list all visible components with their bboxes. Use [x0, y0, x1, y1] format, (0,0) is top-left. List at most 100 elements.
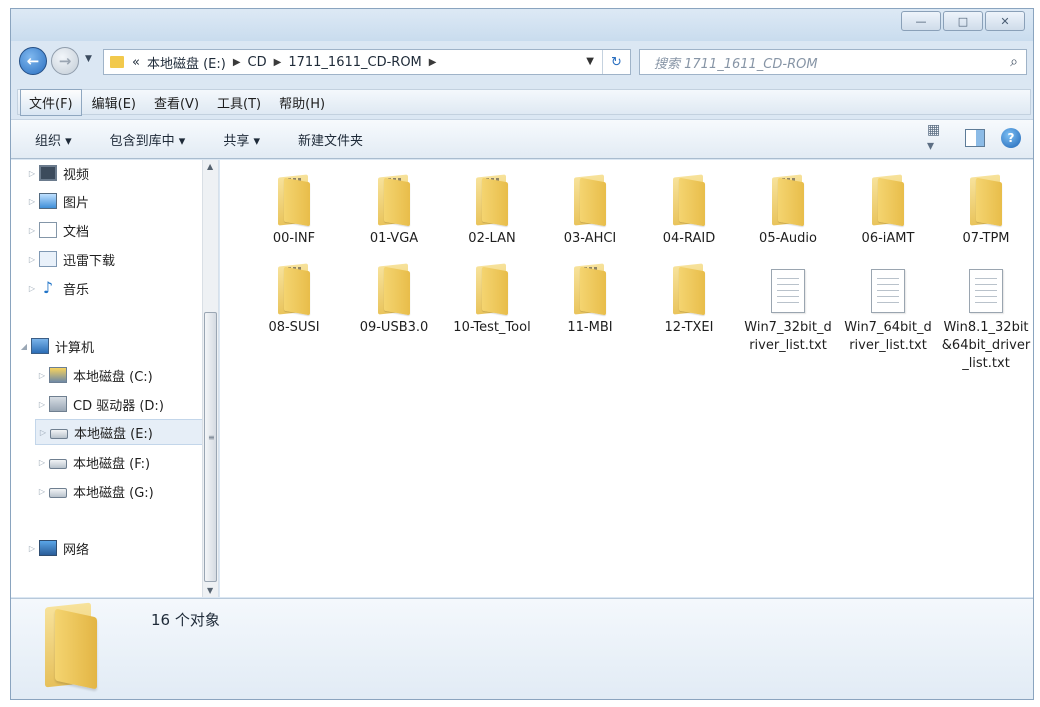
- sidebar-item-thunder-downloads[interactable]: ▷ 迅雷下载: [25, 246, 213, 272]
- help-icon[interactable]: ?: [1001, 128, 1021, 148]
- file-name-label: 08-SUSI: [268, 320, 320, 335]
- folder-item-00-inf[interactable]: 00-INF: [248, 174, 340, 248]
- menu-tools[interactable]: 工具(T): [209, 90, 269, 115]
- breadcrumb-separator-icon[interactable]: ▶: [429, 57, 437, 68]
- expand-arrow-icon[interactable]: ▷: [36, 428, 50, 437]
- drive-icon: [50, 429, 68, 439]
- expand-arrow-icon[interactable]: ▷: [35, 487, 49, 496]
- sidebar-item-label: 计算机: [55, 340, 95, 356]
- folder-item-10-test-tool[interactable]: 10-Test_Tool: [446, 263, 538, 337]
- folder-item-01-vga[interactable]: 01-VGA: [348, 174, 440, 248]
- folder-item-08-susi[interactable]: 08-SUSI: [248, 263, 340, 337]
- sidebar-item-videos[interactable]: ▷ 视频: [25, 160, 213, 186]
- sidebar-item-documents[interactable]: ▷ 文档: [25, 217, 213, 243]
- sidebar-item-drive-g[interactable]: ▷ 本地磁盘 (G:): [35, 478, 223, 504]
- folder-item-12-txei[interactable]: 12-TXEI: [643, 263, 735, 337]
- expand-arrow-icon[interactable]: ▷: [35, 400, 49, 409]
- grip-icon: ≡: [208, 433, 215, 442]
- window-controls: — □ ✕: [901, 11, 1025, 31]
- scrollbar-thumb[interactable]: ≡: [204, 312, 217, 582]
- sidebar-item-label: CD 驱动器 (D:): [73, 398, 164, 414]
- sidebar-item-label: 音乐: [63, 282, 90, 298]
- folder-item-11-mbi[interactable]: 11-MBI: [544, 263, 636, 337]
- view-controls: ▦ ▾ ?: [927, 122, 1021, 154]
- folder-item-02-lan[interactable]: 02-LAN: [446, 174, 538, 248]
- file-item-win7-64bit-driver-list-txt[interactable]: Win7_64bit_driver_list.txt: [842, 265, 934, 355]
- sidebar-item-network[interactable]: ▷ 网络: [25, 535, 213, 561]
- address-bar[interactable]: « 本地磁盘 (E:) ▶ CD ▶ 1711_1611_CD-ROM ▶ ▼ …: [103, 49, 631, 75]
- computer-icon: [31, 338, 49, 354]
- minimize-button[interactable]: —: [901, 11, 941, 31]
- forward-button[interactable]: →: [51, 47, 79, 75]
- folder-item-03-ahci[interactable]: 03-AHCI: [544, 174, 636, 248]
- folder-item-07-tpm[interactable]: 07-TPM: [940, 174, 1032, 248]
- folder-large-icon: [41, 602, 105, 690]
- sidebar-item-cd-drive-d[interactable]: ▷ CD 驱动器 (D:): [35, 391, 223, 417]
- expand-arrow-icon[interactable]: ▷: [35, 371, 49, 380]
- recent-pages-dropdown[interactable]: ▼: [85, 54, 92, 64]
- file-name-label: 12-TXEI: [664, 320, 714, 335]
- search-input[interactable]: 搜索 1711_1611_CD-ROM ⌕: [639, 49, 1027, 75]
- breadcrumb-cd-rom[interactable]: 1711_1611_CD-ROM: [288, 55, 421, 70]
- expand-arrow-icon[interactable]: ▷: [25, 544, 39, 553]
- folder-icon: [472, 263, 512, 316]
- file-item-win8-1-32bit-64bit-driver-list-txt[interactable]: Win8.1_32bit&64bit_driver_list.txt: [940, 265, 1032, 373]
- preview-pane-icon[interactable]: [965, 129, 985, 147]
- folder-icon: [570, 263, 610, 316]
- menu-view[interactable]: 查看(V): [146, 90, 207, 115]
- search-placeholder: 搜索 1711_1611_CD-ROM: [654, 56, 818, 72]
- scroll-up-arrow-icon[interactable]: ▲: [207, 162, 213, 171]
- folder-item-06-iamt[interactable]: 06-iAMT: [842, 174, 934, 248]
- expand-arrow-icon[interactable]: ▷: [25, 226, 39, 235]
- sidebar-item-music[interactable]: ▷ ♪ 音乐: [25, 275, 213, 301]
- file-list: 00-INF 01-VGA 02-LAN 03-AHCI 04-RAID 05-Audio…: [220, 160, 1033, 597]
- folder-item-04-raid[interactable]: 04-RAID: [643, 174, 735, 248]
- breadcrumb-separator-icon[interactable]: ▶: [274, 57, 282, 68]
- expand-arrow-icon[interactable]: ▷: [25, 197, 39, 206]
- collapse-arrow-icon[interactable]: ◢: [17, 342, 31, 351]
- sidebar-item-label: 本地磁盘 (E:): [74, 426, 153, 442]
- menu-edit[interactable]: 编辑(E): [84, 90, 144, 115]
- new-folder-button[interactable]: 新建文件夹: [298, 130, 363, 149]
- refresh-button[interactable]: ↻: [602, 50, 630, 74]
- expand-arrow-icon[interactable]: ▷: [25, 255, 39, 264]
- sidebar-scrollbar[interactable]: ▲ ≡ ▼: [202, 160, 218, 597]
- maximize-button[interactable]: □: [943, 11, 983, 31]
- sidebar-item-label: 图片: [63, 195, 90, 211]
- expand-arrow-icon[interactable]: ▷: [25, 169, 39, 178]
- search-icon[interactable]: ⌕: [1010, 54, 1018, 70]
- address-dropdown-icon[interactable]: ▼: [586, 56, 594, 67]
- close-button[interactable]: ✕: [985, 11, 1025, 31]
- file-item-win7-32bit-driver-list-txt[interactable]: Win7_32bit_driver_list.txt: [742, 265, 834, 355]
- folder-item-05-audio[interactable]: 05-Audio: [742, 174, 834, 248]
- breadcrumb-separator-icon[interactable]: ▶: [233, 57, 241, 68]
- breadcrumb-drive-e[interactable]: 本地磁盘 (E:): [147, 53, 226, 72]
- folder-item-09-usb3-0[interactable]: 09-USB3.0: [348, 263, 440, 337]
- sidebar-item-drive-c[interactable]: ▷ 本地磁盘 (C:): [35, 362, 223, 388]
- item-count: 16 个对象: [151, 611, 220, 629]
- menu-help[interactable]: 帮助(H): [271, 90, 333, 115]
- back-button[interactable]: ←: [19, 47, 47, 75]
- network-icon: [39, 540, 57, 556]
- sidebar-item-drive-e[interactable]: ▷ 本地磁盘 (E:): [35, 419, 203, 445]
- organize-button[interactable]: 组织 ▾: [35, 130, 72, 149]
- breadcrumb-cd[interactable]: CD: [248, 55, 267, 70]
- details-pane: 16 个对象: [11, 598, 1033, 699]
- expand-arrow-icon[interactable]: ▷: [35, 458, 49, 467]
- video-icon: [39, 165, 57, 181]
- folder-icon: [374, 174, 414, 227]
- explorer-window: — □ ✕ ← → ▼ « 本地磁盘 (E:) ▶ CD ▶ 1711_1611…: [10, 8, 1034, 700]
- sidebar-item-pictures[interactable]: ▷ 图片: [25, 188, 213, 214]
- drive-icon: [49, 459, 67, 469]
- folder-icon: [669, 263, 709, 316]
- menu-file[interactable]: 文件(F): [20, 88, 82, 116]
- breadcrumb-overflow[interactable]: «: [132, 55, 140, 70]
- expand-arrow-icon[interactable]: ▷: [25, 284, 39, 293]
- folder-icon: [669, 174, 709, 227]
- sidebar-item-drive-f[interactable]: ▷ 本地磁盘 (F:): [35, 449, 223, 475]
- include-in-library-button[interactable]: 包含到库中 ▾: [110, 130, 186, 149]
- share-button[interactable]: 共享 ▾: [223, 130, 260, 149]
- sidebar-item-computer[interactable]: ◢ 计算机: [17, 333, 205, 359]
- scroll-down-arrow-icon[interactable]: ▼: [207, 586, 213, 595]
- change-view-icon[interactable]: ▦ ▾: [927, 122, 949, 154]
